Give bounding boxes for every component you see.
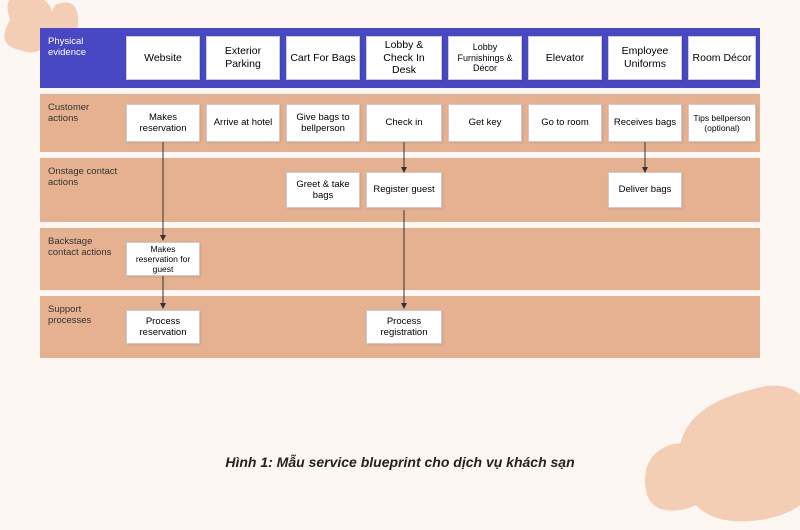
card-register-guest: Register guest xyxy=(366,172,442,208)
card-tips-bellperson: Tips bellperson (optional) xyxy=(688,104,756,142)
card-get-key: Get key xyxy=(448,104,522,142)
row-label: Onstage contact actions xyxy=(40,158,124,222)
card-process-registration: Process registration xyxy=(366,310,442,344)
card-receives-bags: Receives bags xyxy=(608,104,682,142)
row-backstage-contact: Backstage contact actions Makes reservat… xyxy=(40,228,760,290)
row-onstage-contact: Onstage contact actions Greet & take bag… xyxy=(40,158,760,222)
card-give-bags: Give bags to bellperson xyxy=(286,104,360,142)
card-lobby-checkin: Lobby & Check In Desk xyxy=(366,36,442,80)
card-elevator: Elevator xyxy=(528,36,602,80)
card-check-in: Check in xyxy=(366,104,442,142)
card-process-reservation: Process reservation xyxy=(126,310,200,344)
card-arrive-hotel: Arrive at hotel xyxy=(206,104,280,142)
card-cart-for-bags: Cart For Bags xyxy=(286,36,360,80)
card-website: Website xyxy=(126,36,200,80)
row-label: Customer actions xyxy=(40,94,124,152)
card-go-to-room: Go to room xyxy=(528,104,602,142)
row-label: Physical evidence xyxy=(40,28,124,88)
card-makes-reservation-guest: Makes reservation for guest xyxy=(126,242,200,276)
card-greet-take-bags: Greet & take bags xyxy=(286,172,360,208)
card-employee-uniforms: Employee Uniforms xyxy=(608,36,682,80)
figure-caption: Hình 1: Mẫu service blueprint cho dịch v… xyxy=(0,454,800,470)
card-exterior-parking: Exterior Parking xyxy=(206,36,280,80)
row-label: Support processes xyxy=(40,296,124,358)
card-deliver-bags: Deliver bags xyxy=(608,172,682,208)
row-support-processes: Support processes Process reservation Pr… xyxy=(40,296,760,358)
card-makes-reservation: Makes reservation xyxy=(126,104,200,142)
row-label: Backstage contact actions xyxy=(40,228,124,290)
card-room-decor: Room Décor xyxy=(688,36,756,80)
row-customer-actions: Customer actions Makes reservation Arriv… xyxy=(40,94,760,152)
row-physical-evidence: Physical evidence Website Exterior Parki… xyxy=(40,28,760,88)
service-blueprint-diagram: Physical evidence Website Exterior Parki… xyxy=(40,28,760,428)
card-lobby-furnishings: Lobby Furnishings & Décor xyxy=(448,36,522,80)
